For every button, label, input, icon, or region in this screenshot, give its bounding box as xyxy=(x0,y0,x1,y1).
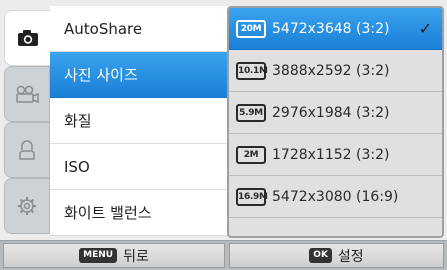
size-option[interactable]: 20M 5472x3648 (3:2) ✓ xyxy=(229,8,442,50)
menu-item-label: 화이트 밸런스 xyxy=(64,204,152,222)
back-button[interactable]: MENU 뒤로 xyxy=(3,243,225,268)
resolution-badge-icon: 16.9M xyxy=(236,187,268,206)
photo-size-submenu: 20M 5472x3648 (3:2) ✓ 10.1M 3888x2592 (3… xyxy=(227,6,444,238)
tab-settings[interactable] xyxy=(4,178,50,234)
mode-tabs xyxy=(0,0,50,240)
menu-item-white-balance[interactable]: 화이트 밸런스 xyxy=(50,190,230,236)
size-option-label: 3888x2592 (3:2) xyxy=(272,62,390,79)
bottom-bar: MENU 뒤로 OK 설정 xyxy=(0,240,447,270)
menu-item-label: 사진 사이즈 xyxy=(64,66,138,84)
camera-settings-screen: AutoShare 사진 사이즈 화질 ISO 화이트 밸런스 20M 5472… xyxy=(0,0,447,270)
resolution-badge-icon: 2M xyxy=(236,145,266,164)
movie-camera-icon xyxy=(15,85,39,103)
size-option[interactable]: 16.9M 5472x3080 (16:9) xyxy=(229,176,442,218)
resolution-badge-icon: 5.9M xyxy=(236,103,266,122)
resolution-badge-icon: 20M xyxy=(236,19,266,38)
size-option-label: 5472x3080 (16:9) xyxy=(272,188,399,205)
menu-item-photo-size[interactable]: 사진 사이즈 xyxy=(50,52,230,98)
size-option-label: 2976x1984 (3:2) xyxy=(272,104,390,121)
size-option[interactable]: 10.1M 3888x2592 (3:2) xyxy=(229,50,442,92)
menu-key-icon: MENU xyxy=(79,248,118,263)
tab-video[interactable] xyxy=(4,66,50,122)
checkmark-icon: ✓ xyxy=(418,19,432,38)
size-option[interactable]: 5.9M 2976x1984 (3:2) xyxy=(229,92,442,134)
menu-item-label: AutoShare xyxy=(64,19,143,38)
menu-item-quality[interactable]: 화질 xyxy=(50,98,230,144)
menu-item-iso[interactable]: ISO xyxy=(50,144,230,190)
settings-menu: AutoShare 사진 사이즈 화질 ISO 화이트 밸런스 xyxy=(50,6,230,236)
size-option[interactable]: 2M 1728x1152 (3:2) xyxy=(229,134,442,176)
menu-item-label: 화질 xyxy=(64,112,92,130)
ok-button-label: 설정 xyxy=(337,248,364,265)
ok-button[interactable]: OK 설정 xyxy=(229,243,444,268)
size-option-label: 5472x3648 (3:2) xyxy=(272,20,390,37)
menu-item-label: ISO xyxy=(64,157,90,176)
tab-user[interactable] xyxy=(4,122,50,178)
back-button-label: 뒤로 xyxy=(123,248,149,265)
size-option-label: 1728x1152 (3:2) xyxy=(272,146,390,163)
user-icon xyxy=(18,140,36,160)
ok-key-icon: OK xyxy=(309,248,332,263)
menu-item-autoshare[interactable]: AutoShare xyxy=(50,6,230,52)
tab-camera[interactable] xyxy=(4,10,50,66)
gear-icon xyxy=(17,196,37,216)
resolution-badge-icon: 10.1M xyxy=(236,61,268,80)
camera-icon xyxy=(17,29,39,47)
